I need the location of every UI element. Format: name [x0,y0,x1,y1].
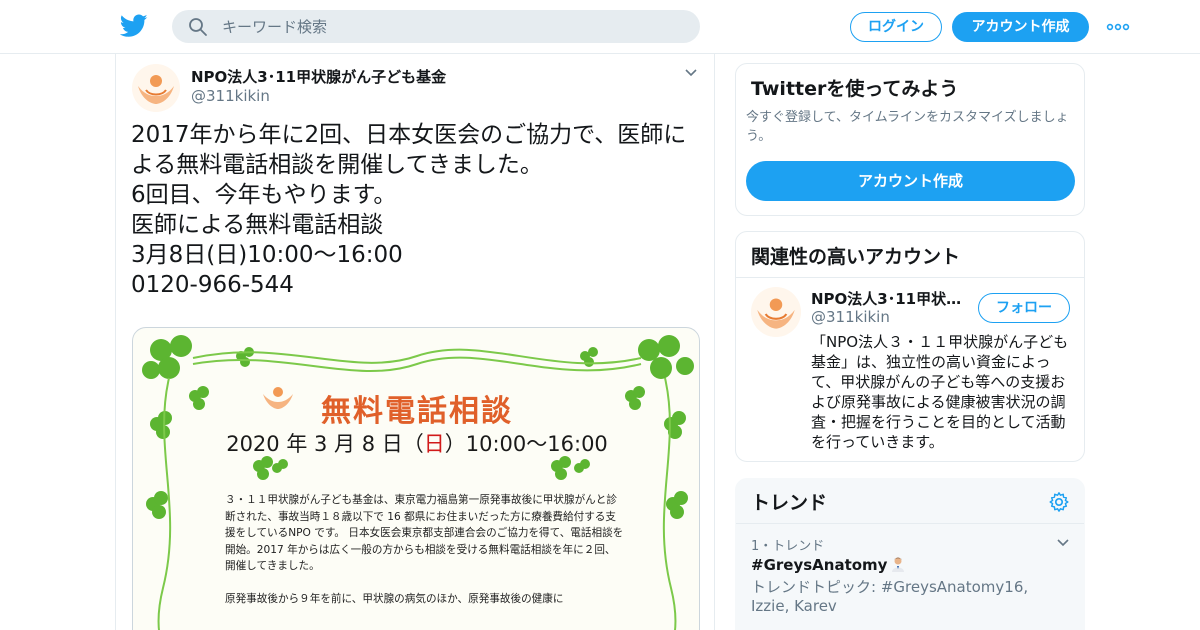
flyer-title: 無料電話相談 [321,394,513,429]
tweet-detail: NPO法人3･11甲状腺がん子ども基金 @311kikin 2017年から年に2… [115,54,715,630]
signup-promo-card: Twitterを使ってみよう 今すぐ登録して、タイムラインをカスタマイズしましょ… [735,63,1085,216]
trends-title: トレンド [751,492,828,514]
signup-button[interactable]: アカウント作成 [952,12,1089,42]
tweet-line: 6回目、今年もやります。 [131,182,397,208]
person-emoji-icon [892,557,905,572]
trend-hashtag[interactable]: #GreysAnatomy [751,556,905,574]
org-logo-icon [132,64,180,112]
display-name[interactable]: NPO法人3･11甲状腺がん子ども基金 [191,66,446,87]
related-account-handle[interactable]: @311kikin [811,308,890,326]
avatar[interactable] [132,64,180,112]
search-box[interactable] [172,10,700,43]
flyer-body: ３・１１甲状腺がん子ども基金は、東京電力福島第一原発事故後に甲状腺がんと診断され… [225,492,625,623]
org-logo-icon [751,287,801,337]
tweet-line: 2017年から年に2回、日本女医会のご協力で、医師に [131,122,687,148]
search-input[interactable] [222,10,682,43]
flyer-paragraph: ３・１１甲状腺がん子ども基金は、東京電力福島第一原発事故後に甲状腺がんと診断され… [225,494,624,572]
follow-button[interactable]: フォロー [978,293,1070,323]
trend-topics: トレンドトピック: #GreysAnatomy16, Izzie, Karev [751,578,1029,615]
related-account-bio: 「NPO法人３・１１甲状腺がん子ども基金」は、独立性の高い資金によって、甲状腺が… [811,333,1069,451]
related-accounts-card: 関連性の高いアカウント NPO法人3･11甲状腺がん子ども基金 @311kiki… [735,231,1085,462]
top-bar: ログイン アカウント作成 [0,0,1200,54]
chevron-down-icon[interactable] [684,68,698,78]
flyer-date: 2020 年 3 月 8 日（日）10:00～16:00 [226,432,608,456]
trend-meta: 1・トレンド [751,539,825,554]
trends-header: トレンド [736,479,1084,524]
signup-cta-button[interactable]: アカウント作成 [746,161,1075,201]
promo-title: Twitterを使ってみよう [751,78,959,100]
more-icon[interactable] [1106,17,1130,37]
tweet-line: よる無料電話相談を開催してきました。 [131,152,543,178]
promo-subtitle: 今すぐ登録して、タイムラインをカスタマイズしましょう。 [746,110,1069,144]
tweet-line: 3月8日(日)10:00～16:00 [131,242,403,268]
avatar[interactable] [751,287,801,337]
search-icon [189,18,207,36]
gear-icon[interactable] [1048,491,1070,513]
twitter-logo-icon[interactable] [120,13,148,39]
trends-card: トレンド 1・トレンド #GreysAnatomy トレンドトピック: #Gre… [735,478,1085,630]
login-button[interactable]: ログイン [850,12,942,42]
tweet-line: 医師による無料電話相談 [131,212,384,238]
tweet-line: 0120-966-544 [131,272,294,298]
related-accounts-title: 関連性の高いアカウント [751,246,961,268]
related-account-name[interactable]: NPO法人3･11甲状腺がん子ども基金 [811,288,971,309]
chevron-down-icon[interactable] [1056,538,1070,548]
related-accounts-header: 関連性の高いアカウント [736,232,1084,278]
user-handle[interactable]: @311kikin [191,87,270,105]
tweet-text: 2017年から年に2回、日本女医会のご協力で、医師に よる無料電話相談を開催して… [131,120,701,300]
tweet-image[interactable]: 無料電話相談 2020 年 3 月 8 日（日）10:00～16:00 ３・１１… [132,327,700,630]
flyer-paragraph: 原発事故後から９年を前に、甲状腺の病気のほか、原発事故後の健康に [225,592,564,605]
